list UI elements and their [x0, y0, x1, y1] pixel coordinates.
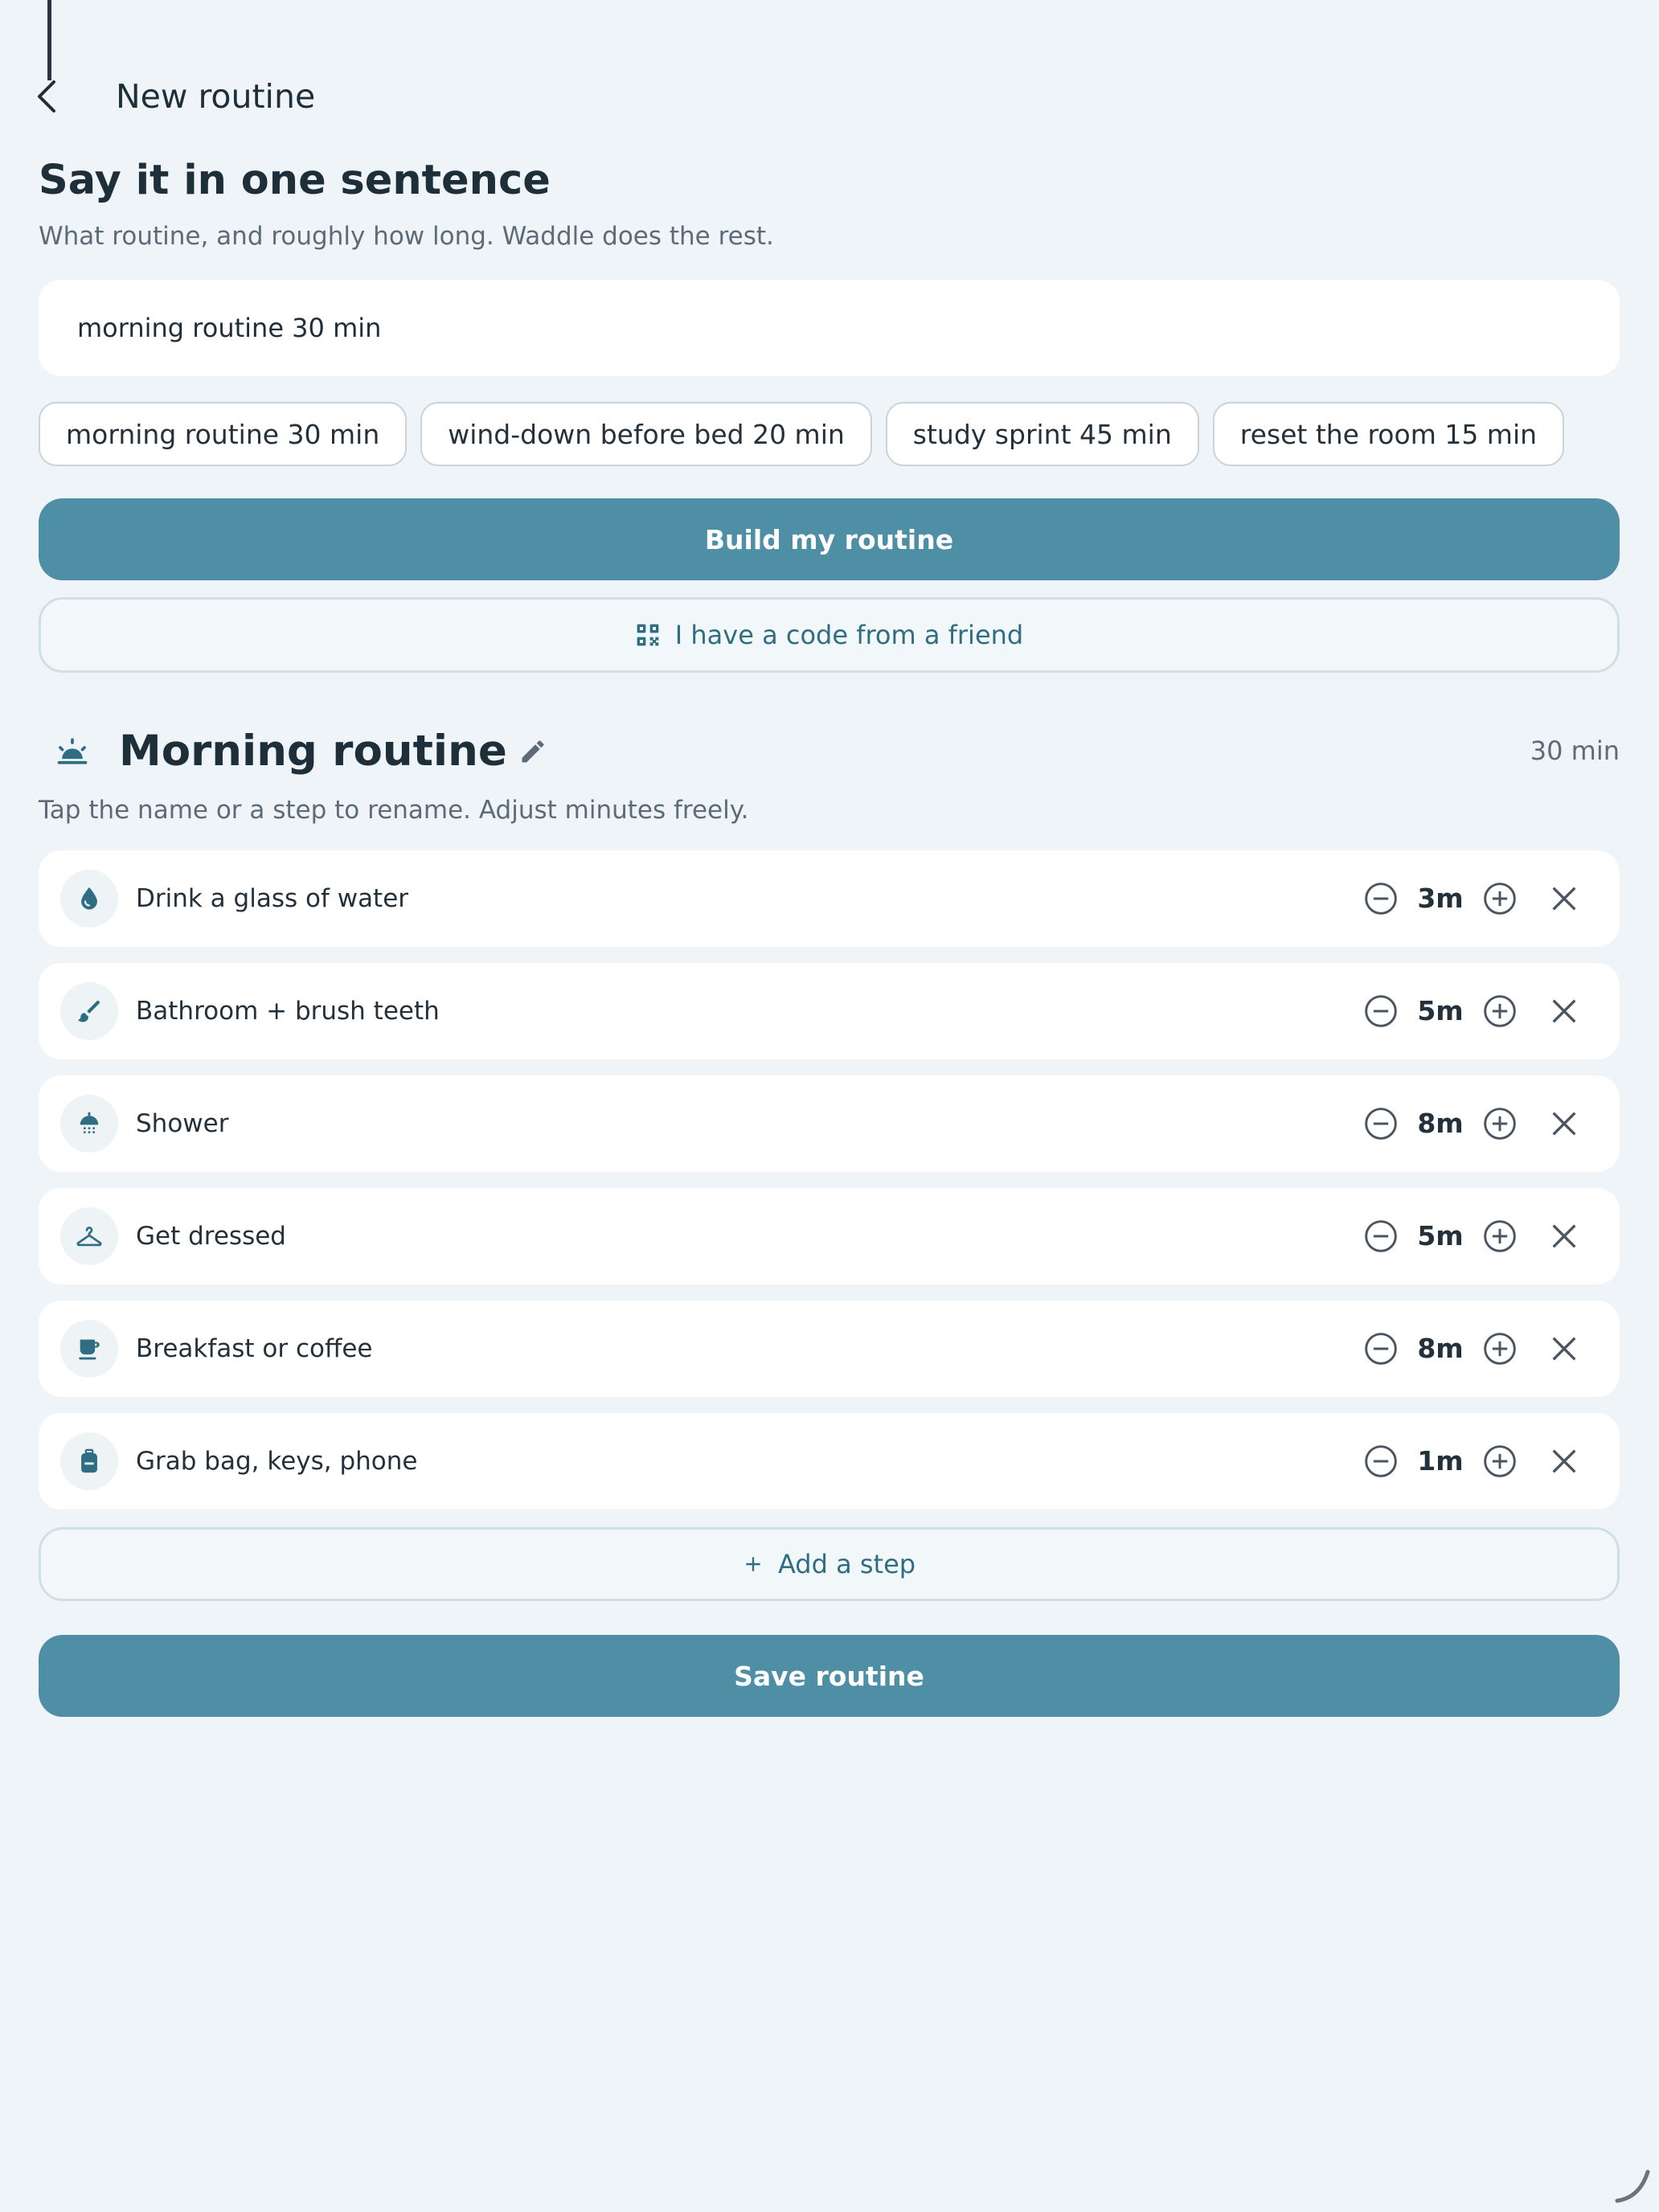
- close-icon[interactable]: [1548, 995, 1580, 1027]
- hanger-icon: [76, 1227, 102, 1247]
- minus-circle-icon[interactable]: [1363, 1331, 1399, 1366]
- chevron-left-icon: [38, 80, 55, 113]
- brush-icon: [77, 1001, 100, 1022]
- suggestion-chips: morning routine 30 min wind-down before …: [39, 402, 1565, 466]
- plus-circle-icon[interactable]: [1482, 1444, 1518, 1479]
- qr-code-icon: [637, 624, 659, 646]
- step-minutes: 1m: [1417, 1445, 1464, 1477]
- step-label[interactable]: Bathroom + brush teeth: [136, 993, 440, 1029]
- step-icon-wrap: [60, 982, 118, 1040]
- minus-circle-icon[interactable]: [1363, 1106, 1399, 1141]
- window-edge-line: [47, 0, 51, 80]
- friend-code-label: I have a code from a friend: [674, 620, 1024, 650]
- sunrise-icon: [57, 738, 88, 764]
- step-icon-wrap: [60, 1207, 118, 1265]
- plus-circle-icon[interactable]: [1482, 1106, 1518, 1141]
- build-routine-button[interactable]: Build my routine: [39, 498, 1620, 580]
- back-button[interactable]: [31, 76, 63, 117]
- plus-icon: [746, 1557, 760, 1571]
- add-step-label: Add a step: [777, 1549, 916, 1579]
- step-row: Shower 8m: [39, 1075, 1620, 1172]
- step-row: Drink a glass of water 3m: [39, 850, 1620, 947]
- top-bar: New routine: [0, 72, 1659, 121]
- prompt-heading: Say it in one sentence: [39, 157, 551, 204]
- step-icon-wrap: [60, 870, 118, 928]
- routine-name[interactable]: Morning routine: [119, 726, 507, 777]
- step-minutes: 8m: [1417, 1333, 1464, 1364]
- routine-hint: Tap the name or a step to rename. Adjust…: [39, 796, 749, 825]
- suggestion-chip-reset[interactable]: reset the room 15 min: [1212, 402, 1565, 466]
- plus-circle-icon[interactable]: [1482, 1331, 1518, 1366]
- shower-icon: [80, 1112, 99, 1134]
- step-row: Grab bag, keys, phone 1m: [39, 1413, 1620, 1509]
- step-minutes: 3m: [1417, 883, 1464, 914]
- close-icon[interactable]: [1548, 1445, 1580, 1477]
- close-icon[interactable]: [1548, 883, 1580, 915]
- coffee-cup-icon: [79, 1339, 100, 1360]
- step-label[interactable]: Get dressed: [136, 1219, 286, 1254]
- step-icon-wrap: [60, 1095, 118, 1153]
- save-routine-button[interactable]: Save routine: [39, 1635, 1620, 1717]
- page-title: New routine: [116, 77, 316, 116]
- plus-circle-icon[interactable]: [1482, 881, 1518, 916]
- step-label[interactable]: Breakfast or coffee: [136, 1331, 373, 1366]
- step-minutes: 5m: [1417, 1220, 1464, 1251]
- step-minutes: 5m: [1417, 995, 1464, 1026]
- pencil-icon[interactable]: [518, 737, 547, 766]
- step-label[interactable]: Grab bag, keys, phone: [136, 1444, 418, 1479]
- step-minutes: 8m: [1417, 1108, 1464, 1139]
- step-icon-wrap: [60, 1320, 118, 1378]
- close-icon[interactable]: [1548, 1333, 1580, 1365]
- step-row: Bathroom + brush teeth 5m: [39, 963, 1620, 1059]
- step-label[interactable]: Shower: [136, 1106, 228, 1141]
- minus-circle-icon[interactable]: [1363, 1219, 1399, 1254]
- step-label[interactable]: Drink a glass of water: [136, 881, 408, 916]
- add-step-button[interactable]: Add a step: [39, 1527, 1620, 1601]
- routine-header: Morning routine 30 min: [39, 719, 1620, 784]
- minus-circle-icon[interactable]: [1363, 993, 1399, 1029]
- minus-circle-icon[interactable]: [1363, 1444, 1399, 1479]
- friend-code-button[interactable]: I have a code from a friend: [39, 597, 1620, 673]
- step-row: Breakfast or coffee 8m: [39, 1301, 1620, 1397]
- step-list: Drink a glass of water 3m Bathroom + bru…: [39, 850, 1620, 1526]
- minus-circle-icon[interactable]: [1363, 881, 1399, 916]
- water-drop-icon: [81, 887, 97, 910]
- save-routine-label: Save routine: [734, 1660, 924, 1692]
- backpack-icon: [81, 1448, 97, 1473]
- suggestion-chip-study[interactable]: study sprint 45 min: [885, 402, 1199, 466]
- prompt-subtitle: What routine, and roughly how long. Wadd…: [39, 222, 774, 251]
- close-icon[interactable]: [1548, 1220, 1580, 1252]
- build-routine-label: Build my routine: [704, 523, 954, 555]
- close-icon[interactable]: [1548, 1108, 1580, 1140]
- step-row: Get dressed 5m: [39, 1188, 1620, 1284]
- step-icon-wrap: [60, 1432, 118, 1490]
- suggestion-chip-wind-down[interactable]: wind-down before bed 20 min: [420, 402, 872, 466]
- routine-total-duration: 30 min: [1530, 735, 1620, 766]
- suggestion-chip-morning[interactable]: morning routine 30 min: [39, 402, 408, 466]
- resize-handle-icon[interactable]: [1612, 2165, 1653, 2206]
- plus-circle-icon[interactable]: [1482, 1219, 1518, 1254]
- routine-sentence-input[interactable]: [39, 280, 1620, 376]
- plus-circle-icon[interactable]: [1482, 993, 1518, 1029]
